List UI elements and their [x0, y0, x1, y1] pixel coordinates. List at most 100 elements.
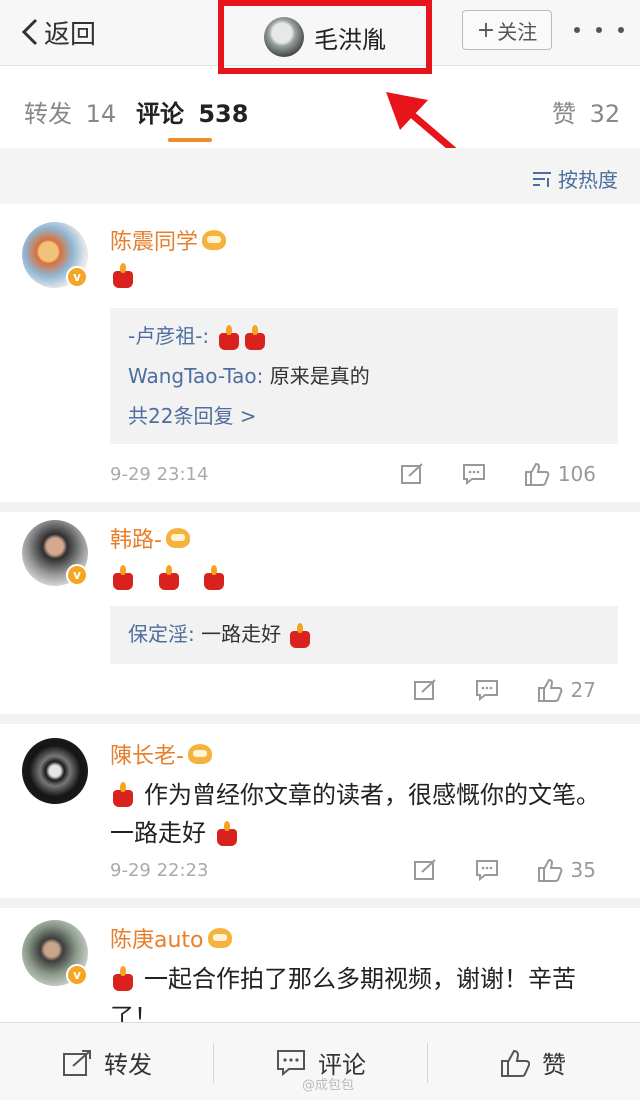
vip-crown-icon — [187, 744, 212, 764]
comment-text — [110, 558, 610, 596]
reply-comment-button[interactable] — [475, 859, 499, 881]
like-count: 106 — [557, 462, 596, 486]
tab-bar: 转发 14 评论 538 赞 32 — [0, 80, 640, 146]
share-comment-button[interactable] — [413, 679, 437, 701]
share-icon — [400, 463, 423, 484]
like-comment-button[interactable]: 106 — [524, 462, 596, 486]
candle-emoji-icon — [156, 565, 182, 591]
divider — [0, 714, 640, 724]
sort-label: 按热度 — [558, 168, 618, 192]
comment-meta: 9-29 22:23 35 — [110, 858, 620, 888]
reply-text: 原来是真的 — [263, 364, 370, 388]
follow-button[interactable]: + 关注 — [462, 10, 552, 50]
comment-actions: 27 — [375, 678, 596, 702]
comment-time: 9-29 22:23 — [110, 860, 209, 881]
comment-meta: 27 — [110, 678, 620, 708]
like-comment-button[interactable]: 35 — [537, 858, 596, 882]
chevron-left-icon — [21, 18, 38, 46]
username-text: 韩路- — [110, 528, 162, 553]
share-icon — [413, 679, 436, 700]
divider — [213, 1043, 214, 1083]
sort-bar: 按热度 — [0, 148, 640, 204]
comment-icon — [475, 860, 498, 881]
comment-meta: 9-29 23:14 106 — [110, 462, 620, 492]
divider — [0, 502, 640, 512]
more-replies-link[interactable]: 共22条回复 > — [128, 396, 600, 436]
candle-emoji-icon — [110, 966, 136, 992]
comment-icon — [462, 464, 485, 485]
reply-comment-button[interactable] — [475, 679, 499, 701]
comment-item: v 陈震同学 -卢彦祖-: WangTao-Tao: 原来是真的 共22条回复 … — [0, 204, 640, 500]
reply-text: 一路走好 — [194, 622, 282, 646]
comment-time: 9-29 23:14 — [110, 464, 209, 485]
share-icon — [413, 859, 436, 880]
verified-badge-icon: v — [66, 564, 88, 586]
reply-box[interactable]: 保定淫: 一路走好 — [110, 606, 618, 664]
comment-text — [110, 256, 610, 294]
share-comment-button[interactable] — [413, 859, 437, 881]
username-text: 陈庚auto — [110, 928, 204, 953]
share-comment-button[interactable] — [400, 463, 424, 485]
comment-actions: 106 — [362, 462, 596, 486]
candle-emoji-icon — [110, 782, 136, 808]
like-label: 赞 — [542, 1051, 566, 1079]
tab-likes-count: 32 — [589, 100, 621, 128]
reply-line: -卢彦祖-: — [128, 316, 600, 356]
tab-likes-label: 赞 — [552, 100, 576, 128]
sort-by-hot-button[interactable]: 按热度 — [532, 164, 618, 193]
comment-username[interactable]: 陈庚auto — [110, 922, 232, 954]
thumbs-up-icon — [537, 678, 562, 702]
comment-text: 作为曾经你文章的读者，很感慨你的文笔。一路走好 — [110, 776, 610, 852]
back-button[interactable]: 返回 — [20, 12, 96, 52]
candle-emoji-icon — [287, 622, 313, 649]
more-menu-button[interactable] — [574, 14, 624, 46]
tab-comments-label: 评论 — [136, 100, 184, 128]
comment-text-content: 作为曾经你文章的读者，很感慨你的文笔。一路走好 — [110, 781, 600, 847]
like-button[interactable]: 赞 — [500, 1045, 566, 1080]
candle-emoji-icon — [214, 821, 240, 847]
comment-username[interactable]: 陈震同学 — [110, 224, 227, 256]
reply-box[interactable]: -卢彦祖-: WangTao-Tao: 原来是真的 共22条回复 > — [110, 308, 618, 444]
author-avatar[interactable] — [264, 17, 304, 57]
comment-username[interactable]: 韩路- — [110, 522, 190, 554]
username-text: 陳长老- — [110, 744, 184, 769]
dot-icon — [618, 27, 624, 33]
verified-badge-icon: v — [66, 266, 88, 288]
verified-badge-icon: v — [66, 964, 88, 986]
watermark: @成包包 — [302, 1078, 355, 1093]
tab-repost-label: 转发 — [24, 100, 72, 128]
username-text: 陈震同学 — [110, 230, 199, 255]
candle-emoji-icon — [201, 565, 227, 591]
back-label: 返回 — [44, 19, 97, 50]
comment-actions: 35 — [375, 858, 596, 882]
like-comment-button[interactable]: 27 — [537, 678, 596, 702]
candle-emoji-icon — [216, 324, 242, 351]
comment-username[interactable]: 陳长老- — [110, 738, 212, 770]
repost-button[interactable]: 转发 — [62, 1045, 152, 1080]
like-count: 27 — [570, 678, 596, 702]
vip-crown-icon — [165, 528, 190, 548]
reply-line: 保定淫: 一路走好 — [128, 614, 600, 654]
vip-crown-icon — [207, 928, 232, 948]
tab-repost[interactable]: 转发 14 — [24, 94, 116, 129]
tab-comments[interactable]: 评论 538 — [136, 94, 248, 129]
comment-icon — [277, 1049, 305, 1076]
plus-icon: + — [476, 17, 496, 43]
share-icon — [63, 1049, 91, 1076]
sort-icon — [533, 171, 551, 187]
reply-username[interactable]: 保定淫: — [128, 622, 195, 646]
reply-username[interactable]: WangTao-Tao: — [128, 364, 263, 388]
reply-username[interactable]: -卢彦祖-: — [128, 324, 209, 348]
avatar[interactable] — [22, 738, 88, 804]
divider — [0, 898, 640, 908]
vip-crown-icon — [202, 230, 227, 250]
dot-icon — [574, 27, 580, 33]
thumbs-up-icon — [501, 1049, 530, 1077]
author-highlight-box[interactable]: 毛洪胤 — [218, 0, 432, 74]
reply-line: WangTao-Tao: 原来是真的 — [128, 356, 600, 396]
comment-item: v 韩路- 保定淫: 一路走好 27 — [0, 512, 640, 712]
reply-comment-button[interactable] — [462, 463, 486, 485]
author-name[interactable]: 毛洪胤 — [314, 20, 386, 55]
tab-likes[interactable]: 赞 32 — [552, 94, 620, 129]
divider — [427, 1043, 428, 1083]
